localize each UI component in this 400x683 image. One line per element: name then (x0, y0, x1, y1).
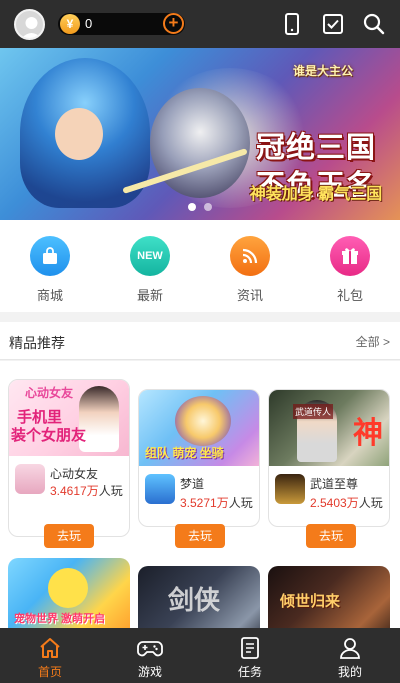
game-thumbnail (145, 474, 175, 504)
banner-subtitle: 谁是大主公 (292, 64, 353, 78)
rss-icon (230, 236, 270, 276)
promo-banner[interactable]: 谁是大主公 冠绝三国 不负王名 神装加身 霸气三国 (0, 48, 400, 220)
tab-tasks[interactable]: 任务 (200, 628, 300, 683)
phone-icon[interactable] (280, 12, 304, 36)
featured-section-header: 精品推荐 全部 > (0, 322, 400, 360)
banner-hero-white (150, 88, 250, 198)
quick-nav: 商城 NEW 最新 资讯 礼包 (0, 220, 400, 312)
game-card[interactable]: 武道传人 神 武道至尊 2.5403万人玩 (268, 389, 390, 527)
play-count-suffix: 人玩 (228, 496, 253, 510)
play-count-number: 3.5271万 (180, 496, 229, 510)
play-button[interactable]: 去玩 (306, 524, 356, 548)
search-icon[interactable] (362, 12, 386, 36)
game-name: 梦道 (180, 477, 205, 491)
bottom-tab-bar: 首页 游戏 任务 我的 (0, 628, 400, 683)
banner-title-line1: 冠绝三国 (255, 130, 376, 164)
game-logo-text: 神 (353, 416, 383, 451)
play-count-suffix: 人玩 (98, 484, 123, 498)
tab-games[interactable]: 游戏 (100, 628, 200, 683)
tab-label: 首页 (37, 665, 62, 679)
game-character (48, 568, 88, 608)
tab-home[interactable]: 首页 (0, 628, 100, 683)
play-count-number: 3.4617万 (50, 484, 99, 498)
game-card[interactable]: 宠物世界 激萌开启 (8, 558, 130, 638)
tab-profile[interactable]: 我的 (300, 628, 400, 683)
game-logo-text: 倾世归来 (280, 593, 341, 610)
task-checkbox-icon[interactable] (321, 12, 345, 36)
game-play-count: 3.5271万人玩 (180, 494, 253, 511)
game-promo-text: 装个女朋友 (11, 427, 87, 444)
quick-nav-news[interactable]: 资讯 (200, 220, 300, 312)
play-count-number: 2.5403万 (310, 496, 359, 510)
game-character (175, 396, 231, 446)
game-banner-image: 武道传人 神 (269, 390, 389, 466)
quick-nav-label: 礼包 (336, 288, 363, 303)
task-list-icon (241, 637, 259, 659)
new-badge-text: NEW (137, 250, 163, 262)
tab-label: 我的 (337, 665, 362, 679)
game-thumbnail (275, 474, 305, 504)
game-logo-text: 心动女友 (25, 386, 74, 400)
avatar-icon (21, 17, 42, 38)
game-promo-text: 宠物世界 激萌开启 (14, 613, 106, 625)
banner-dot-1[interactable] (188, 203, 196, 211)
play-button[interactable]: 去玩 (44, 524, 94, 548)
user-icon (340, 638, 360, 659)
quick-nav-shop[interactable]: 商城 (0, 220, 100, 312)
tab-label: 游戏 (137, 665, 162, 679)
quick-nav-gift[interactable]: 礼包 (300, 220, 400, 312)
game-banner-image: 组队 萌宠 坐骑 (139, 390, 259, 466)
game-name: 武道至尊 (310, 477, 359, 491)
coin-icon: ¥ (60, 14, 80, 34)
game-banner-image: 心动女友 手机里 装个女朋友 (9, 380, 129, 456)
top-bar: ¥ 0 + (0, 0, 400, 48)
bag-icon (30, 236, 70, 276)
banner-dot-2[interactable] (204, 203, 212, 211)
section-title: 精品推荐 (9, 335, 65, 351)
quick-nav-latest[interactable]: NEW 最新 (100, 220, 200, 312)
coin-balance: 0 (85, 16, 93, 31)
avatar[interactable] (14, 9, 45, 40)
view-all-link[interactable]: 全部 > (356, 333, 390, 350)
quick-nav-label: 商城 (36, 288, 63, 303)
game-name: 心动女友 (50, 467, 99, 481)
game-promo-text: 组队 萌宠 坐骑 (145, 446, 224, 460)
new-badge-icon: NEW (130, 236, 170, 276)
gamepad-icon (137, 641, 163, 657)
play-button[interactable]: 去玩 (175, 524, 225, 548)
add-coin-button[interactable]: + (163, 13, 184, 34)
featured-games: 心动女友 手机里 装个女朋友 心动女友 3.4617万人玩 去玩 组队 萌宠 坐… (0, 361, 400, 641)
banner-slogan: 神装加身 霸气三国 (249, 186, 383, 203)
home-icon (40, 638, 60, 658)
game-card[interactable]: 组队 萌宠 坐骑 梦道 3.5271万人玩 (138, 389, 260, 527)
quick-nav-label: 资讯 (236, 288, 263, 303)
gift-icon (330, 236, 370, 276)
coin-balance-pill: ¥ 0 + (58, 13, 185, 35)
play-count-suffix: 人玩 (358, 496, 383, 510)
banner-hero-face (55, 108, 103, 160)
banner-pagination (0, 203, 400, 211)
game-logo-text: 剑侠 (168, 586, 221, 616)
game-play-count: 2.5403万人玩 (310, 494, 383, 511)
game-promo-text: 武道传人 (293, 404, 334, 419)
game-card[interactable]: 心动女友 手机里 装个女朋友 心动女友 3.4617万人玩 (8, 379, 130, 537)
quick-nav-label: 最新 (136, 288, 163, 303)
tab-label: 任务 (237, 665, 262, 679)
game-play-count: 3.4617万人玩 (15, 481, 129, 501)
